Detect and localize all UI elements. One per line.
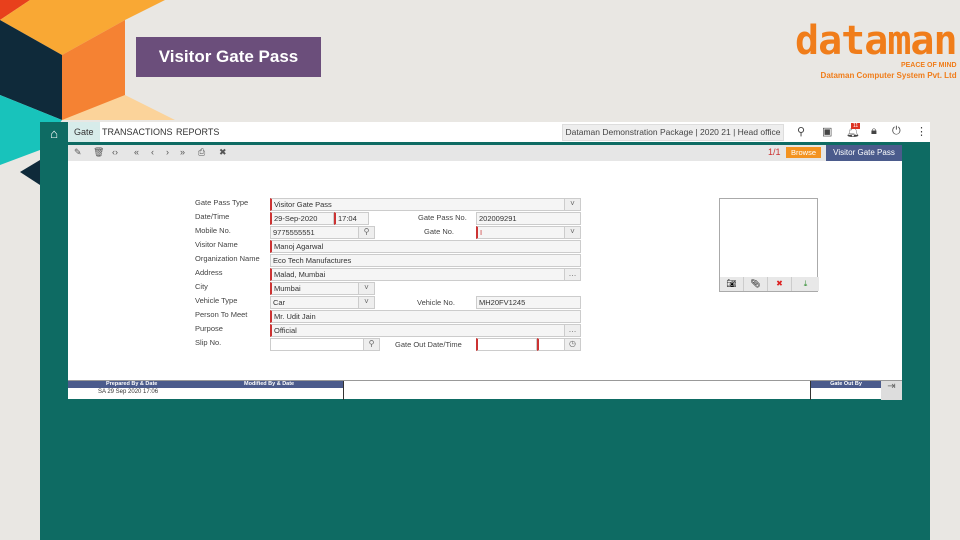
search-icon: ⚲: [363, 339, 379, 350]
gate-out-date-input[interactable]: [476, 338, 537, 351]
camera-icon[interactable]: 📷︎: [720, 277, 744, 291]
visitor-name-input[interactable]: Manoj Agarwal: [270, 240, 581, 253]
date-input[interactable]: 29-Sep-2020: [270, 212, 334, 225]
prepared-value: SA 29 Sep 2020 17:06: [98, 389, 159, 395]
record-toolbar: ✎ 🗑︎ ‹› « ‹ › » ⎙ ✖ 1/1 Browse Visitor G…: [68, 145, 902, 161]
search-icon[interactable]: ⚲: [797, 125, 805, 138]
more-icon[interactable]: ⋮: [916, 125, 927, 138]
vehicle-type-select[interactable]: Car ˅: [270, 296, 375, 309]
record-counter: 1/1: [768, 147, 781, 157]
label-date-time: Date/Time: [195, 212, 230, 221]
gate-out-time-input[interactable]: ◷: [537, 338, 581, 351]
footer-header-left: Prepared By & Date Modified By & Date: [68, 381, 343, 388]
vehicle-no-input[interactable]: MH20FV1245: [476, 296, 581, 309]
first-icon[interactable]: «: [134, 147, 139, 157]
download-icon[interactable]: ⤓: [792, 277, 819, 291]
close-icon[interactable]: ✖: [219, 147, 227, 158]
label-gate-out: Gate Out Date/Time: [395, 340, 462, 349]
time-input[interactable]: 17:04: [334, 212, 369, 225]
label-slip-no: Slip No.: [195, 338, 222, 347]
gate-no-select[interactable]: I ˅: [476, 226, 581, 239]
chevron-down-icon: ˅: [564, 227, 580, 238]
slide-title: Visitor Gate Pass: [136, 37, 321, 77]
label-address: Address: [195, 268, 223, 277]
label-person-to-meet: Person To Meet: [195, 310, 248, 319]
photo-box: 📷︎ 📎︎ ✖ ⤓: [719, 198, 819, 292]
prev-icon[interactable]: ‹: [151, 147, 154, 157]
label-mobile: Mobile No.: [195, 226, 231, 235]
gate-pass-type-select[interactable]: Visitor Gate Pass ˅: [270, 198, 581, 211]
label-purpose: Purpose: [195, 324, 223, 333]
exit-icon[interactable]: ⇥: [881, 381, 902, 400]
next-icon[interactable]: ›: [166, 147, 169, 157]
company-selector[interactable]: Dataman Demonstration Package | 2020 21 …: [562, 124, 784, 141]
label-visitor-name: Visitor Name: [195, 240, 238, 249]
label-gate-pass-type: Gate Pass Type: [195, 198, 249, 207]
print-icon[interactable]: ⎙: [198, 147, 205, 158]
mobile-input[interactable]: 9775555551 ⚲: [270, 226, 375, 239]
modified-label: Modified By & Date: [244, 381, 295, 387]
address-input[interactable]: Malad, Mumbai…: [270, 268, 581, 281]
chevron-down-icon: ˅: [358, 297, 374, 308]
gate-pass-no-input[interactable]: 202009291: [476, 212, 581, 225]
more-icon: …: [564, 269, 580, 280]
gate-out-label: Gate Out By: [811, 381, 881, 388]
search-icon: ⚲: [358, 227, 374, 238]
mode-badge: Browse: [786, 147, 822, 158]
label-organization: Organization Name: [195, 254, 260, 263]
label-vehicle-type: Vehicle Type: [195, 296, 238, 305]
purpose-input[interactable]: Official…: [270, 324, 581, 337]
chevron-down-icon: ˅: [564, 199, 580, 210]
switch-icon[interactable]: ▣: [822, 125, 832, 138]
organization-input[interactable]: Eco Tech Manufactures: [270, 254, 581, 267]
power-icon[interactable]: ⏻: [892, 125, 901, 138]
more-icon: …: [564, 325, 580, 336]
clock-icon: ◷: [564, 339, 580, 350]
code-icon[interactable]: ‹›: [112, 147, 118, 157]
chevron-down-icon: ˅: [358, 283, 374, 294]
last-icon[interactable]: »: [180, 147, 185, 157]
screen-title: Visitor Gate Pass: [826, 145, 902, 161]
prepared-label: Prepared By & Date: [106, 381, 158, 387]
remove-icon[interactable]: ✖: [768, 277, 792, 291]
label-gate-pass-no: Gate Pass No.: [418, 213, 467, 222]
top-bar: ⌂ Gate TRANSACTIONS REPORTS Dataman Demo…: [40, 122, 930, 144]
notification-badge: 11: [851, 123, 861, 129]
person-to-meet-input[interactable]: Mr. Udit Jain: [270, 310, 581, 323]
audit-footer: Prepared By & Date Modified By & Date SA…: [68, 380, 902, 400]
menu-transactions[interactable]: TRANSACTIONS: [96, 122, 179, 142]
delete-icon[interactable]: 🗑︎: [93, 147, 104, 158]
home-icon[interactable]: ⌂: [40, 122, 68, 144]
menu-gate[interactable]: Gate: [68, 122, 100, 142]
slip-no-input[interactable]: ⚲: [270, 338, 380, 351]
edit-icon[interactable]: ✎: [74, 147, 82, 158]
label-city: City: [195, 282, 208, 291]
label-vehicle-no: Vehicle No.: [417, 298, 455, 307]
city-select[interactable]: Mumbai ˅: [270, 282, 375, 295]
attach-icon[interactable]: 📎︎: [744, 277, 768, 291]
label-gate-no: Gate No.: [424, 227, 455, 236]
dataman-logo: dataman PEACE OF MIND Dataman Computer S…: [795, 18, 958, 80]
lock-icon[interactable]: 🔒︎: [871, 125, 877, 138]
menu-reports[interactable]: REPORTS: [170, 122, 225, 142]
